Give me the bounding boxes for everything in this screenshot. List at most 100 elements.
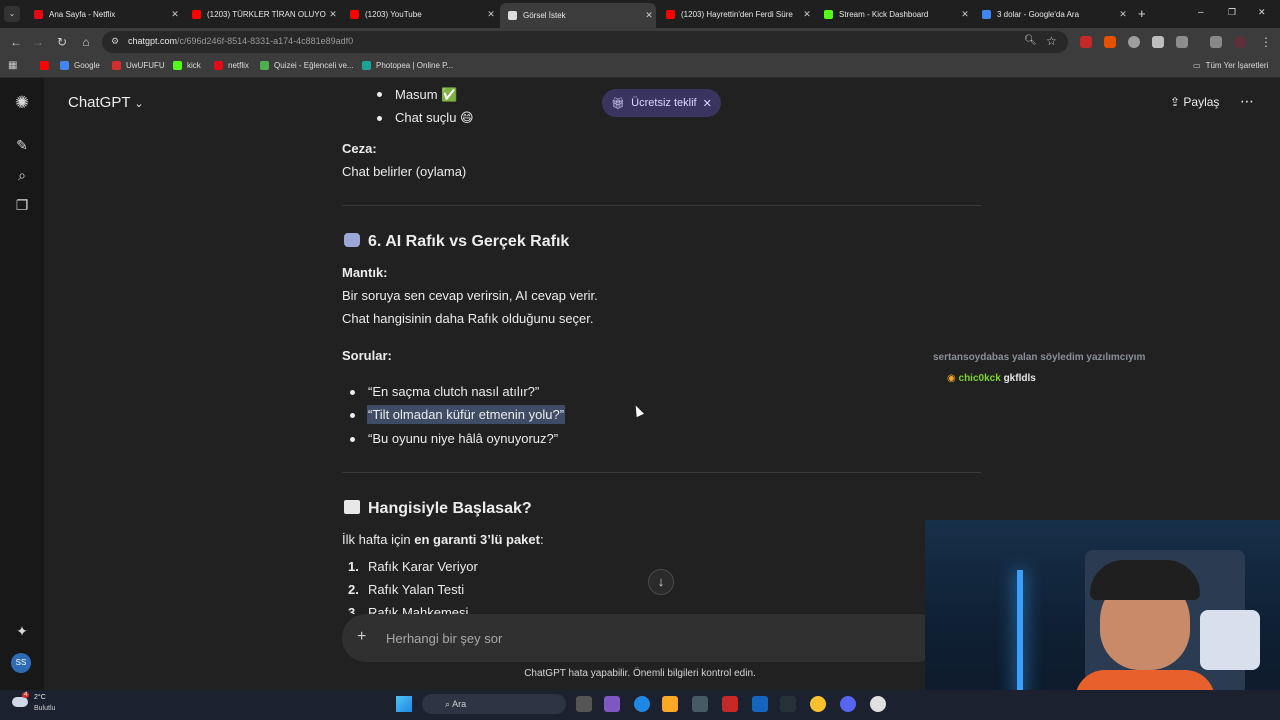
media-icon[interactable] — [1210, 36, 1222, 48]
chrome-icon[interactable] — [810, 696, 826, 712]
tab-close-icon[interactable]: ✕ — [1116, 9, 1130, 20]
list-bullet — [377, 92, 382, 97]
minimize-button[interactable]: – — [1198, 7, 1204, 18]
model-selector[interactable]: ChatGPT ⌄ — [68, 94, 144, 111]
zoom-icon[interactable]: 🔍︎ — [1024, 35, 1037, 46]
bookmark-item[interactable]: Photopea | Online P... — [362, 61, 453, 70]
app-icon[interactable] — [722, 696, 738, 712]
list-bullet — [377, 116, 382, 121]
list-bullet — [350, 390, 355, 395]
more-options-icon[interactable]: ⋯ — [1240, 93, 1254, 110]
new-chat-icon[interactable]: ✎ — [13, 136, 31, 154]
site-info-icon[interactable]: ⚙ — [111, 36, 119, 47]
browser-tab[interactable]: (1203) Hayrettin'den Ferdi Süre ✕ — [658, 3, 814, 25]
maximize-button[interactable]: ❐ — [1228, 7, 1236, 18]
apps-grid-icon[interactable]: ▦ — [8, 60, 17, 71]
bookmark-item[interactable] — [40, 61, 54, 70]
new-tab-button[interactable]: + — [1138, 6, 1146, 21]
address-bar[interactable]: ⚙ chatgpt.com/c/696d246f-8514-8331-a174-… — [102, 31, 1068, 53]
outlook-icon[interactable] — [752, 696, 768, 712]
browser-tab[interactable]: Görsel İstek ✕ — [500, 3, 656, 28]
tab-list-chevron-icon[interactable]: ⌄ — [4, 6, 20, 22]
tab-title: 3 dolar - Google'da Ara — [997, 9, 1080, 19]
browser-tab[interactable]: (1203) TÜRKLER TİRAN OLUYOR ✕ — [184, 3, 340, 25]
tab-close-icon[interactable]: ✕ — [800, 9, 814, 20]
windows-start-icon[interactable] — [396, 696, 412, 712]
tab-close-icon[interactable]: ✕ — [326, 9, 340, 20]
home-icon[interactable]: ⌂ — [78, 34, 94, 50]
tab-title: (1203) Hayrettin'den Ferdi Süre — [681, 9, 793, 19]
reload-icon[interactable]: ↻ — [54, 34, 70, 50]
profile-avatar[interactable] — [1234, 36, 1246, 48]
weather-widget[interactable]: 4 — [12, 692, 30, 712]
task-view-icon[interactable] — [576, 696, 592, 712]
mantik-line: Chat hangisinin daha Rafık olduğunu seçe… — [342, 311, 594, 326]
question-item-highlighted: “Tilt olmadan küfür etmenin yolu?” — [367, 405, 566, 424]
copilot-icon[interactable] — [604, 696, 620, 712]
browser-tab[interactable]: 3 dolar - Google'da Ara ✕ — [974, 3, 1130, 25]
question-item: “En saçma clutch nasıl atılır?” — [368, 384, 540, 399]
start-intro-bold: en garanti 3’lü paket — [414, 532, 540, 547]
attach-plus-icon[interactable]: + — [357, 628, 366, 646]
clipped-row: 3. Rafık Mahkemesi — [342, 602, 642, 614]
url-path: /c/696d246f-8514-8331-a174-4c881e89adf0 — [177, 36, 354, 46]
share-icon: ⇪ — [1170, 95, 1181, 109]
list-bullet — [350, 413, 355, 418]
edge-icon[interactable] — [634, 696, 650, 712]
tab-favicon-icon — [508, 11, 517, 20]
scroll-down-button[interactable]: ↓ — [648, 569, 674, 595]
browser-menu-icon[interactable]: ⋮ — [1258, 34, 1274, 50]
shield-icon[interactable] — [1152, 36, 1164, 48]
bookmark-item[interactable]: kick — [173, 61, 201, 70]
discord-icon[interactable] — [840, 696, 856, 712]
app-icon[interactable] — [870, 696, 886, 712]
tab-title: (1203) YouTube — [365, 9, 422, 19]
sparkle-icon[interactable]: ✦ — [13, 622, 31, 640]
browser-tab[interactable]: (1203) YouTube ✕ — [342, 3, 498, 25]
bookmark-item[interactable]: netflix — [214, 61, 249, 70]
bookmark-item[interactable]: Quizei - Eğlenceli ve... — [260, 61, 354, 70]
prompt-input[interactable]: Herhangi bir şey sor — [386, 631, 502, 646]
bookmark-star-icon[interactable]: ☆ — [1046, 34, 1057, 48]
extension-icon[interactable] — [1104, 36, 1116, 48]
close-icon[interactable]: ✕ — [703, 97, 712, 110]
bookmark-favicon-icon — [112, 61, 121, 70]
browser-tab[interactable]: Stream - Kick Dashboard ✕ — [816, 3, 972, 25]
bookmark-label: kick — [187, 61, 201, 70]
list-item: Rafık Karar Veriyor — [368, 559, 478, 574]
extensions-puzzle-icon[interactable] — [1176, 36, 1188, 48]
tab-close-icon[interactable]: ✕ — [484, 9, 498, 20]
list-number: 3. — [348, 605, 359, 614]
question-item: “Bu oyunu niye hâlâ oynuyoruz?” — [368, 431, 559, 446]
offer-label: Ücretsiz teklif — [631, 97, 697, 109]
extension-icon[interactable] — [1080, 36, 1092, 48]
share-button[interactable]: ⇪ Paylaş — [1170, 95, 1219, 109]
divider — [342, 205, 981, 206]
store-icon[interactable] — [692, 696, 708, 712]
back-arrow-icon[interactable]: ← — [8, 34, 24, 50]
all-bookmarks-folder[interactable]: ▭ Tüm Yer İşaretleri — [1193, 61, 1268, 70]
file-explorer-icon[interactable] — [662, 696, 678, 712]
free-offer-button[interactable]: 🎁︎ Ücretsiz teklif ✕ — [602, 89, 721, 117]
bookmark-item[interactable]: UwUFUFU — [112, 61, 165, 70]
library-icon[interactable]: ❐ — [13, 196, 31, 214]
search-icon[interactable]: ⌕ — [13, 166, 31, 184]
tab-close-icon[interactable]: ✕ — [642, 10, 656, 21]
weather-desc: Bulutlu — [34, 705, 56, 712]
forward-arrow-icon[interactable]: → — [30, 34, 46, 50]
browser-tab[interactable]: Ana Sayfa - Netflix ✕ — [26, 3, 182, 25]
bookmark-label: Photopea | Online P... — [376, 61, 454, 70]
tab-close-icon[interactable]: ✕ — [958, 9, 972, 20]
extension-icon[interactable] — [1128, 36, 1140, 48]
tab-favicon-icon — [982, 9, 991, 19]
stream-chat-message: sertansoydabas yalan söyledim yazılımcıy… — [933, 352, 1145, 363]
steam-icon[interactable] — [780, 696, 796, 712]
tab-close-icon[interactable]: ✕ — [168, 9, 182, 20]
chevron-down-icon: ⌄ — [134, 98, 144, 110]
taskbar-search[interactable] — [422, 694, 566, 714]
bookmark-item[interactable]: Google — [60, 61, 100, 70]
bookmark-label: netflix — [228, 61, 249, 70]
list-number: 1. — [348, 559, 359, 574]
close-window-button[interactable]: ✕ — [1258, 7, 1266, 18]
openai-logo-icon[interactable]: ✺ — [13, 94, 31, 112]
